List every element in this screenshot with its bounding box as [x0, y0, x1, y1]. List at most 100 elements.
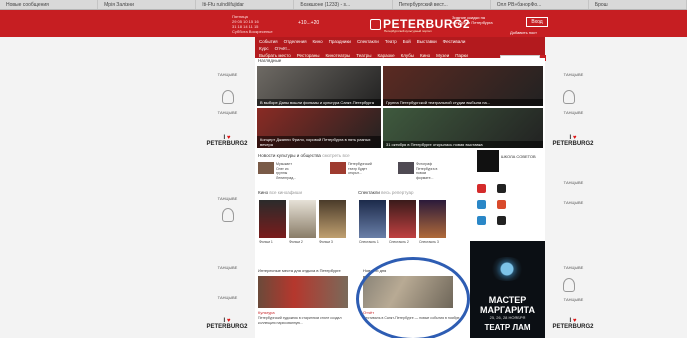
- cinema-title: Кино: [258, 190, 269, 195]
- mascot-icon: [563, 278, 575, 292]
- theatre-title: Спектакли: [358, 190, 380, 195]
- nav-item[interactable]: Спектакли: [357, 39, 379, 44]
- theatre-poster[interactable]: [419, 200, 446, 238]
- wifi-icon[interactable]: [477, 216, 486, 225]
- bag-icon[interactable]: [497, 184, 506, 193]
- nav-item[interactable]: Отчёт...: [275, 46, 291, 51]
- hero-tile[interactable]: Концерт Джанни Фрило, хоровой Петербурга…: [257, 108, 381, 148]
- heart-logo: I ♥ PETERBURG2: [202, 135, 252, 147]
- hero-tile[interactable]: Группа Петербургской театральной студии …: [383, 66, 543, 106]
- news-thumb[interactable]: [330, 162, 346, 174]
- side-word: ТАНЦЫВЕ: [217, 295, 238, 300]
- nav-item[interactable]: Бой: [403, 39, 411, 44]
- culture-title: Новости культуры и общества: [258, 153, 321, 158]
- theatre-poster[interactable]: [359, 200, 386, 238]
- login-button[interactable]: Вход: [526, 17, 548, 27]
- logo-subtitle: Петербургский культурный портал: [384, 29, 432, 33]
- nav-item[interactable]: Курс: [259, 46, 269, 51]
- browser-tab[interactable]: Петербургский вест...: [393, 0, 491, 9]
- movie-poster[interactable]: [289, 200, 316, 238]
- cup-icon[interactable]: [497, 216, 506, 225]
- heart-logo: I ♥ PETERBURG2: [548, 318, 598, 330]
- theatre-caption[interactable]: Спектакль 3: [419, 240, 449, 244]
- nav-item[interactable]: Выставки: [417, 39, 437, 44]
- ad-title-line: МАРГАРИТА: [480, 305, 535, 315]
- browser-tab[interactable]: Iti-Ffu ru/nd/ifujidar: [196, 0, 295, 9]
- movie-caption[interactable]: Фильм 2: [289, 240, 319, 244]
- news-text[interactable]: Фотограф Петербурга в новом формате...: [416, 162, 438, 180]
- eye-image: [488, 257, 526, 281]
- side-word: ТАНЦЫВЕ: [563, 200, 584, 205]
- mascot-icon: [222, 90, 234, 104]
- browser-tab[interactable]: Брош: [589, 0, 687, 9]
- browser-tab[interactable]: Бозкшоне (1233) - s...: [294, 0, 393, 9]
- bottom-left-tag[interactable]: Культура: [258, 310, 275, 315]
- theatre-section-title[interactable]: Спектакли весь репертуар: [358, 190, 414, 195]
- nav-item[interactable]: Фестивали: [443, 39, 466, 44]
- browser-tab[interactable]: Мрія Залізни: [98, 0, 197, 9]
- heart-logo: I ♥ PETERBURG2: [548, 135, 598, 147]
- hero-tile-caption: В выборе Даны вошли фильмы и культура Са…: [257, 99, 381, 106]
- school-banner[interactable]: [477, 150, 499, 172]
- mascot-icon: [563, 90, 575, 104]
- side-word: ТАНЦЫВЕ: [217, 196, 238, 201]
- side-word: ТАНЦЫВЕ: [217, 110, 238, 115]
- bottom-left-title[interactable]: Интересные места для отдыха в Петербурге: [258, 268, 341, 273]
- cinema-section-title[interactable]: Кино все киноафиши: [258, 190, 302, 195]
- camera-icon[interactable]: [477, 200, 486, 209]
- school-banner-text[interactable]: ШКОЛА СОВЕТОВ: [501, 154, 541, 159]
- news-text[interactable]: Музыкант Олег из группы Ленинград...: [276, 162, 298, 180]
- news-thumb[interactable]: [398, 162, 414, 174]
- news-thumb[interactable]: [258, 162, 274, 174]
- cinema-more-link[interactable]: все киноафиши: [269, 190, 302, 195]
- screenshot-root: { "browser_tabs": ["Новые сообщения", "М…: [0, 0, 687, 338]
- breadcrumb[interactable]: Наглядные: [258, 58, 281, 63]
- bottom-left-image[interactable]: [258, 276, 348, 308]
- news-text[interactable]: Петербургский театр будет открыт...: [348, 162, 372, 176]
- culture-more-link[interactable]: смотреть все: [322, 153, 349, 158]
- movie-caption[interactable]: Фильм 3: [319, 240, 349, 244]
- header-promo-link[interactable]: Зимние скидки на экскурсии Петербурга: [452, 15, 500, 25]
- hero-tile[interactable]: В выборе Даны вошли фильмы и культура Са…: [257, 66, 381, 106]
- hero-tile-caption: Группа Петербургской театральной студии …: [383, 99, 543, 106]
- culture-section-title[interactable]: Новости культуры и общества смотреть все: [258, 153, 350, 158]
- add-post-link[interactable]: Добавить пост: [510, 30, 537, 35]
- side-word: ТАНЦЫВЕ: [563, 180, 584, 185]
- people-icon[interactable]: [477, 184, 486, 193]
- theatre-poster[interactable]: [389, 200, 416, 238]
- hero-tile-caption: 31 октября в Петербурге открылась новая …: [383, 141, 543, 148]
- ad-dates: 25, 26, 28 НОЯБРЯ: [489, 315, 526, 320]
- side-word: ТАНЦЫВЕ: [217, 72, 238, 77]
- nav-item[interactable]: Отделения: [284, 39, 307, 44]
- movie-poster[interactable]: [319, 200, 346, 238]
- heart-bottom: PETERBURG2: [552, 324, 594, 330]
- heart-logo: I ♥ PETERBURG2: [202, 318, 252, 330]
- movie-poster[interactable]: [259, 200, 286, 238]
- side-word: ТАНЦЫВЕ: [563, 110, 584, 115]
- weather-text: +10...+20: [298, 20, 320, 26]
- bottom-left-text[interactable]: Петербургский художник в старинном стиле…: [258, 316, 358, 325]
- logo-icon: [370, 18, 381, 30]
- grid-icon[interactable]: [497, 200, 506, 209]
- hero-tile[interactable]: 31 октября в Петербурге открылась новая …: [383, 108, 543, 148]
- browser-tab[interactable]: Новые сообщения: [0, 0, 99, 9]
- left-side-banner[interactable]: ТАНЦЫВЕ ТАНЦЫВЕ I ♥ PETERBURG2 ТАНЦЫВЕ ТА…: [200, 60, 255, 338]
- theatre-caption[interactable]: Спектакль 1: [359, 240, 389, 244]
- ad-title: МАСТЕР МАРГАРИТА: [470, 295, 545, 315]
- nav-item[interactable]: Театр: [385, 39, 397, 44]
- side-word: ТАНЦЫВЕ: [563, 297, 584, 302]
- nav-row-primary: События Отделения Кино Праздники Спектакли Те…: [259, 39, 465, 44]
- nav-item[interactable]: События: [259, 39, 278, 44]
- browser-tab[interactable]: Олл РВ»бзнорФо...: [491, 0, 589, 9]
- side-word: ТАНЦЫВЕ: [563, 72, 584, 77]
- nav-item[interactable]: Кино: [313, 39, 323, 44]
- heart-bottom: PETERBURG2: [206, 141, 248, 147]
- theatre-caption[interactable]: Спектакль 2: [389, 240, 419, 244]
- theatre-ad-banner[interactable]: МАСТЕР МАРГАРИТА 25, 26, 28 НОЯБРЯ ТЕАТР…: [470, 241, 545, 338]
- right-side-banner[interactable]: ТАНЦЫВЕ ТАНЦЫВЕ I ♥ PETERBURG2 ТАНЦЫВЕ ТА…: [545, 60, 600, 338]
- browser-tab-bar: Новые сообщения Мрія Залізни Iti-Ffu ru/nd…: [0, 0, 687, 10]
- side-word: ТАНЦЫВЕ: [217, 265, 238, 270]
- movie-caption[interactable]: Фильм 1: [259, 240, 289, 244]
- theatre-more-link[interactable]: весь репертуар: [381, 190, 413, 195]
- nav-item[interactable]: Праздники: [329, 39, 351, 44]
